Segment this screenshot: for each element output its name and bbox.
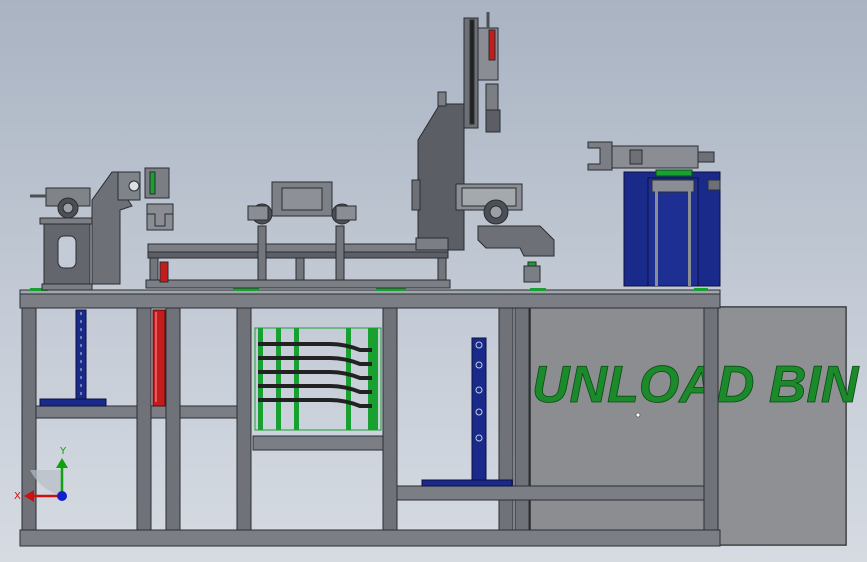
assembly-drawing: UNLOAD BIN Y X (14, 12, 860, 547)
unload-bin-label: UNLOAD BIN (532, 356, 860, 414)
right-gripper-station (587, 141, 721, 287)
center-conveyor (145, 181, 451, 289)
green-cable-harness (254, 327, 382, 431)
vertical-pick-arm (411, 12, 555, 283)
unload-bin: UNLOAD BIN (529, 306, 860, 546)
blue-column-left (39, 309, 107, 407)
red-cylinder (152, 309, 166, 407)
axis-x-label: X (14, 491, 21, 502)
cad-viewport[interactable]: UNLOAD BIN Y X (0, 0, 867, 562)
axis-y-label: Y (59, 446, 67, 457)
